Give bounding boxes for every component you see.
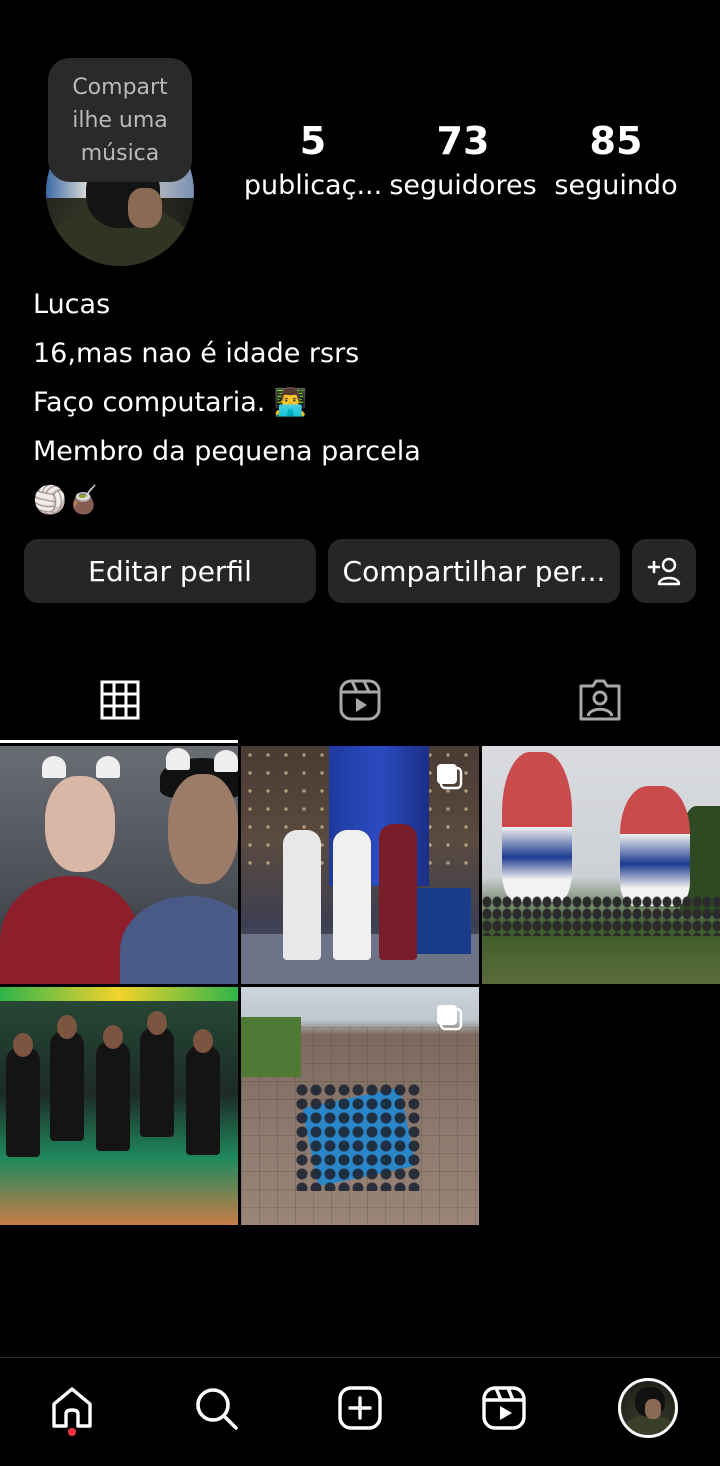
profile-avatar-small bbox=[618, 1378, 678, 1438]
profile-stats: 5 publicaç... 73 seguidores 85 seguindo bbox=[238, 118, 688, 218]
bottom-navigation bbox=[0, 1357, 720, 1466]
followers-count: 73 bbox=[436, 119, 490, 163]
nav-profile[interactable] bbox=[576, 1358, 720, 1458]
post-thumbnail[interactable] bbox=[241, 746, 479, 984]
tab-tagged[interactable] bbox=[480, 654, 720, 746]
note-text: Compart ilhe uma música bbox=[72, 74, 168, 166]
multiple-photos-icon bbox=[437, 764, 463, 790]
post-thumbnail[interactable] bbox=[482, 746, 720, 984]
discover-people-button[interactable] bbox=[632, 539, 696, 603]
posts-count: 5 bbox=[299, 119, 327, 163]
multiple-photos-icon bbox=[437, 1005, 463, 1031]
nav-search[interactable] bbox=[144, 1358, 288, 1458]
profile-tabs bbox=[0, 654, 720, 746]
stat-following[interactable]: 85 seguindo bbox=[541, 118, 691, 208]
nav-create[interactable] bbox=[288, 1358, 432, 1458]
reels-icon bbox=[339, 679, 381, 721]
post-thumbnail[interactable] bbox=[0, 746, 238, 984]
share-profile-button[interactable]: Compartilhar per... bbox=[328, 539, 620, 603]
active-tab-indicator bbox=[0, 740, 238, 743]
following-label: seguindo bbox=[554, 170, 678, 201]
share-music-note[interactable]: Compart ilhe uma música bbox=[48, 58, 192, 182]
tab-reels[interactable] bbox=[240, 654, 480, 746]
grid-icon bbox=[100, 680, 140, 720]
stat-followers[interactable]: 73 seguidores bbox=[388, 118, 538, 208]
posts-label: publicaç... bbox=[243, 170, 383, 201]
edit-profile-label: Editar perfil bbox=[88, 554, 252, 588]
create-icon bbox=[338, 1386, 382, 1430]
nav-home[interactable] bbox=[0, 1358, 144, 1458]
following-count: 85 bbox=[589, 119, 643, 163]
nav-reels[interactable] bbox=[432, 1358, 576, 1458]
notification-dot bbox=[68, 1428, 76, 1436]
profile-bio: Lucas 16,mas nao é idade rsrs Faço compu… bbox=[33, 280, 693, 525]
add-person-icon bbox=[647, 557, 681, 586]
bio-line: Membro da pequena parcela bbox=[33, 436, 421, 467]
post-thumbnail[interactable] bbox=[0, 987, 238, 1225]
followers-label: seguidores bbox=[389, 170, 537, 201]
bio-line: 16,mas nao é idade rsrs bbox=[33, 338, 360, 369]
tagged-icon bbox=[579, 679, 621, 721]
share-profile-label: Compartilhar per... bbox=[342, 554, 606, 588]
tab-posts-grid[interactable] bbox=[0, 654, 240, 746]
profile-name: Lucas bbox=[33, 289, 111, 320]
profile-screen: Compart ilhe uma música 5 publicaç... 73… bbox=[0, 0, 720, 1466]
edit-profile-button[interactable]: Editar perfil bbox=[24, 539, 316, 603]
bio-line: Faço computaria. 👨‍💻 bbox=[33, 387, 308, 418]
bio-emoji-line: 🏐🧉 bbox=[33, 485, 101, 516]
search-icon bbox=[196, 1388, 238, 1430]
stat-posts[interactable]: 5 publicaç... bbox=[238, 118, 388, 208]
home-icon bbox=[52, 1387, 92, 1428]
profile-actions: Editar perfil Compartilhar per... bbox=[24, 539, 696, 603]
post-thumbnail[interactable] bbox=[241, 987, 479, 1225]
reels-icon bbox=[482, 1386, 526, 1430]
